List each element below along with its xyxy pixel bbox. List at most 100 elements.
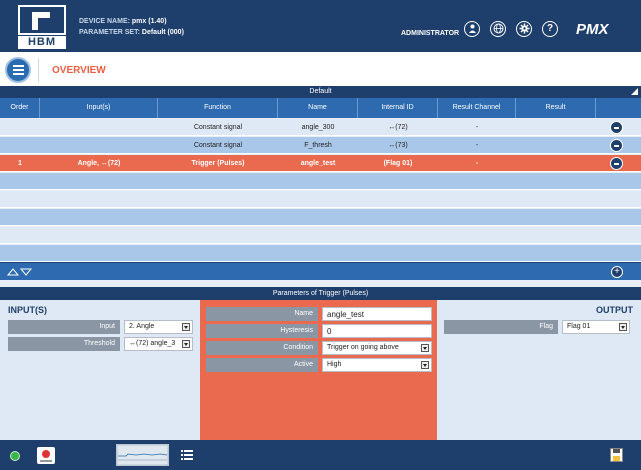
cell-name: angle_300 (301, 124, 335, 131)
cell-inputs (40, 137, 158, 153)
cell-name: F_thresh (304, 142, 332, 149)
name-input[interactable] (322, 307, 432, 321)
chevron-down-icon[interactable] (182, 323, 190, 331)
cell-result (516, 119, 596, 135)
empty-row (0, 191, 641, 208)
cell-result (516, 155, 596, 171)
cell-order (0, 119, 40, 135)
col-actions (596, 98, 641, 118)
cell-result-channel: - (475, 160, 479, 167)
table-row[interactable]: Constant signal angle_300 ↔(72) - (0, 119, 641, 136)
hysteresis-input[interactable] (322, 324, 432, 338)
page-title: OVERVIEW (52, 65, 106, 76)
cell-inputs: Angle, ↔(72) (77, 160, 121, 167)
remove-row-button[interactable] (610, 139, 623, 152)
hbm-logo: HBM (18, 5, 66, 49)
record-icon[interactable] (37, 447, 55, 464)
empty-row (0, 209, 641, 226)
chevron-down-icon[interactable] (619, 323, 627, 331)
status-ok-icon[interactable] (10, 451, 20, 461)
remove-row-button[interactable] (610, 121, 623, 134)
user-role: ADMINISTRATOR (401, 30, 460, 37)
divider (38, 58, 39, 82)
collapse-icon[interactable] (631, 88, 638, 95)
cell-order: 1 (18, 160, 22, 167)
cell-function: Constant signal (193, 142, 243, 149)
cell-internal-id: ↔(72) (388, 124, 408, 131)
threshold-select[interactable]: ↔(72) angle_3 (124, 337, 193, 351)
active-label: Active (206, 358, 318, 372)
cell-name: angle_test (300, 160, 336, 167)
device-name-label: DEVICE NAME: (79, 18, 130, 25)
output-title: OUTPUT (596, 305, 633, 315)
help-icon[interactable]: ? (542, 21, 558, 37)
overview-bar: OVERVIEW (0, 52, 641, 87)
col-result[interactable]: Result (516, 98, 596, 118)
col-inputs[interactable]: Input(s) (40, 98, 158, 118)
user-icon[interactable] (464, 21, 480, 37)
settings-panel: Name Hysteresis Condition Trigger on goi… (200, 300, 437, 440)
cell-internal-id: ↔(73) (388, 142, 408, 149)
menu-button[interactable] (5, 57, 31, 83)
device-name-value: pmx (1.40) (131, 18, 167, 25)
col-internal-id[interactable]: Internal ID (358, 98, 438, 118)
flag-label: Flag (444, 320, 558, 334)
input-select[interactable]: 2. Angle (124, 320, 193, 334)
chevron-down-icon[interactable] (182, 340, 190, 348)
list-view-icon[interactable] (181, 450, 193, 462)
output-panel: OUTPUT Flag Flag 01 (437, 300, 641, 440)
empty-row (0, 227, 641, 244)
flag-value: Flag 01 (567, 323, 591, 330)
empty-row (0, 173, 641, 190)
chevron-down-icon[interactable] (421, 361, 429, 369)
header-bar: HBM DEVICE NAME: pmx (1.40) PARAMETER SE… (0, 0, 641, 52)
parameter-set-label: PARAMETER SET: (79, 29, 140, 36)
cell-result (516, 137, 596, 153)
group-title: Default (309, 88, 332, 95)
condition-select[interactable]: Trigger on going above (322, 341, 432, 355)
threshold-label: Threshold (8, 337, 120, 351)
empty-row (0, 245, 641, 262)
cell-internal-id: (Flag 01) (383, 160, 413, 167)
cell-function: Constant signal (193, 124, 243, 131)
input-value: 2. Angle (129, 323, 155, 330)
globe-icon[interactable] (490, 21, 506, 37)
cell-result-channel: - (475, 124, 479, 131)
save-icon[interactable] (610, 448, 623, 464)
col-function[interactable]: Function (158, 98, 278, 118)
pmx-brand: PMX (576, 21, 609, 38)
table-row[interactable]: Constant signal F_thresh ↔(73) - (0, 137, 641, 154)
device-info: DEVICE NAME: pmx (1.40) PARAMETER SET: D… (79, 16, 184, 38)
remove-row-button[interactable] (610, 157, 623, 170)
table-toolbar: + (0, 262, 641, 280)
cell-function: Trigger (Pulses) (191, 160, 245, 167)
condition-value: Trigger on going above (327, 344, 399, 351)
active-value: High (327, 361, 342, 368)
input-label: Input (8, 320, 120, 334)
table-row-selected[interactable]: 1 Angle, ↔(72) Trigger (Pulses) angle_te… (0, 155, 641, 172)
condition-label: Condition (206, 341, 318, 355)
signal-preview-icon[interactable] (116, 444, 169, 466)
logo-text: HBM (18, 36, 66, 49)
threshold-value: ↔(72) angle_3 (129, 340, 176, 347)
cell-inputs (40, 119, 158, 135)
inputs-panel: INPUT(S) Input 2. Angle Threshold ↔(72) … (0, 300, 200, 440)
add-row-button[interactable]: + (611, 266, 623, 278)
flag-select[interactable]: Flag 01 (562, 320, 630, 334)
col-order[interactable]: Order (0, 98, 40, 118)
inputs-title: INPUT(S) (8, 305, 47, 315)
footer-bar (0, 440, 641, 470)
table-header: Order Input(s) Function Name Internal ID… (0, 98, 641, 118)
cell-result-channel: - (475, 142, 479, 149)
active-select[interactable]: High (322, 358, 432, 372)
parameters-title: Parameters of Trigger (Pulses) (0, 287, 641, 300)
group-header[interactable]: Default (0, 86, 641, 98)
hysteresis-label: Hysteresis (206, 324, 318, 338)
col-result-channel[interactable]: Result Channel (438, 98, 516, 118)
move-up-down-icon[interactable] (6, 266, 33, 279)
settings-icon[interactable] (516, 21, 532, 37)
col-name[interactable]: Name (278, 98, 358, 118)
chevron-down-icon[interactable] (421, 344, 429, 352)
cell-order (0, 137, 40, 153)
name-label: Name (206, 307, 318, 321)
